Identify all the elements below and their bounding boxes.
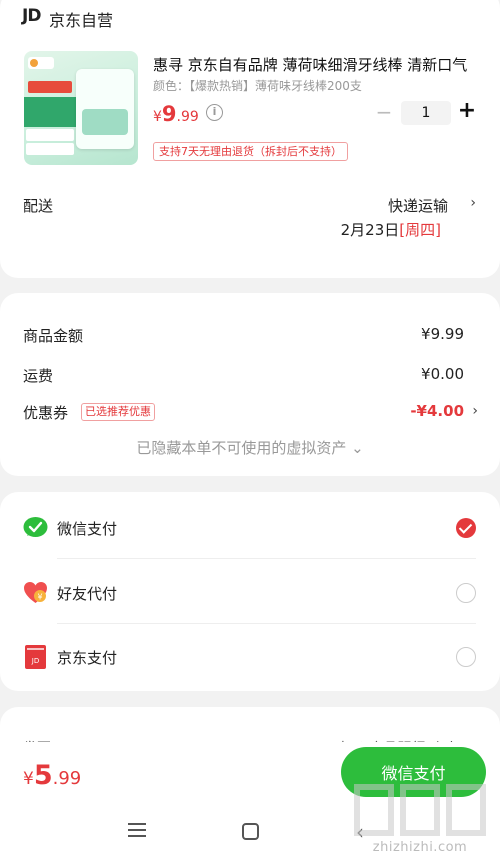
quantity-value[interactable]: 1 — [401, 101, 451, 125]
delivery-date-text: 2月23日 — [340, 221, 400, 239]
checkout-bar: ¥5.99 微信支付 ‹ — [0, 742, 500, 865]
product-thumbnail[interactable] — [24, 51, 138, 165]
price-summary-card: 商品金额 ¥9.99 运费 ¥0.00 优惠券 已选推荐优惠 -¥4.00 › … — [0, 293, 500, 476]
coupon-value[interactable]: -¥4.00 — [410, 402, 464, 420]
payment-option-jd[interactable]: JD 京东支付 — [0, 623, 500, 687]
payment-label: 微信支付 — [57, 520, 118, 538]
radio-unselected-icon[interactable] — [456, 583, 476, 603]
nav-menu-icon[interactable] — [128, 823, 146, 839]
quantity-increase-button[interactable]: + — [456, 99, 478, 123]
payment-option-wechat[interactable]: 微信支付 — [0, 494, 500, 558]
wechat-pay-icon — [23, 517, 48, 537]
return-policy-badge: 支持7天无理由退货（拆封后不支持） — [153, 142, 348, 161]
nav-back-icon[interactable]: ‹ — [356, 820, 364, 844]
payment-label: 京东支付 — [57, 649, 118, 667]
total-price: ¥5.99 — [23, 760, 81, 791]
jd-pay-icon: JD — [25, 645, 46, 669]
shipping-label: 运费 — [23, 367, 54, 385]
svg-text:¥: ¥ — [37, 593, 42, 602]
delivery-method[interactable]: 快递运输 — [388, 195, 448, 216]
delivery-label: 配送 — [23, 197, 54, 215]
price-decimal: .99 — [176, 109, 199, 125]
goods-amount-value: ¥9.99 — [421, 325, 464, 343]
total-decimal: .99 — [52, 768, 82, 789]
svg-text:JD: JD — [31, 657, 39, 665]
chevron-right-icon[interactable]: › — [472, 403, 478, 419]
product-card: JD 京东自营 惠寻 京东自有品牌 薄荷味细滑牙线棒 清新口气 颜色：【爆款热销… — [0, 0, 500, 278]
payment-label: 好友代付 — [57, 585, 118, 603]
chevron-right-icon[interactable]: › — [470, 195, 476, 211]
hidden-assets-toggle[interactable]: 已隐藏本单不可使用的虚拟资产 ⌄ — [0, 437, 500, 458]
product-title[interactable]: 惠寻 京东自有品牌 薄荷味细滑牙线棒 清新口气 — [153, 54, 475, 75]
payment-option-friend[interactable]: ¥ 好友代付 — [0, 559, 500, 623]
goods-amount-label: 商品金额 — [23, 327, 84, 345]
coupon-label: 优惠券 — [23, 404, 69, 422]
price-info-icon[interactable]: i — [206, 104, 223, 121]
price-currency: ¥ — [153, 109, 162, 125]
nav-home-icon[interactable] — [242, 823, 259, 840]
price-integer: 9 — [161, 102, 177, 126]
product-price: ¥9.99 — [153, 102, 199, 126]
delivery-weekday: [周四] — [399, 221, 441, 239]
radio-selected-icon[interactable] — [456, 518, 476, 538]
product-variant: 颜色：【爆款热销】薄荷味牙线棒200支 — [153, 79, 362, 93]
total-currency: ¥ — [23, 769, 34, 789]
friend-pay-icon: ¥ — [24, 582, 47, 603]
quantity-decrease-button[interactable]: − — [374, 101, 394, 123]
shipping-value: ¥0.00 — [421, 365, 464, 383]
delivery-date: 2月23日[周四] — [341, 219, 441, 240]
radio-unselected-icon[interactable] — [456, 647, 476, 667]
store-name[interactable]: 京东自营 — [49, 7, 113, 31]
pay-button[interactable]: 微信支付 — [341, 747, 486, 797]
payment-methods-card: 微信支付 ¥ 好友代付 JD 京东支付 — [0, 492, 500, 691]
coupon-badge: 已选推荐优惠 — [81, 403, 155, 421]
jd-logo: JD — [22, 6, 41, 26]
total-integer: 5 — [33, 760, 53, 791]
